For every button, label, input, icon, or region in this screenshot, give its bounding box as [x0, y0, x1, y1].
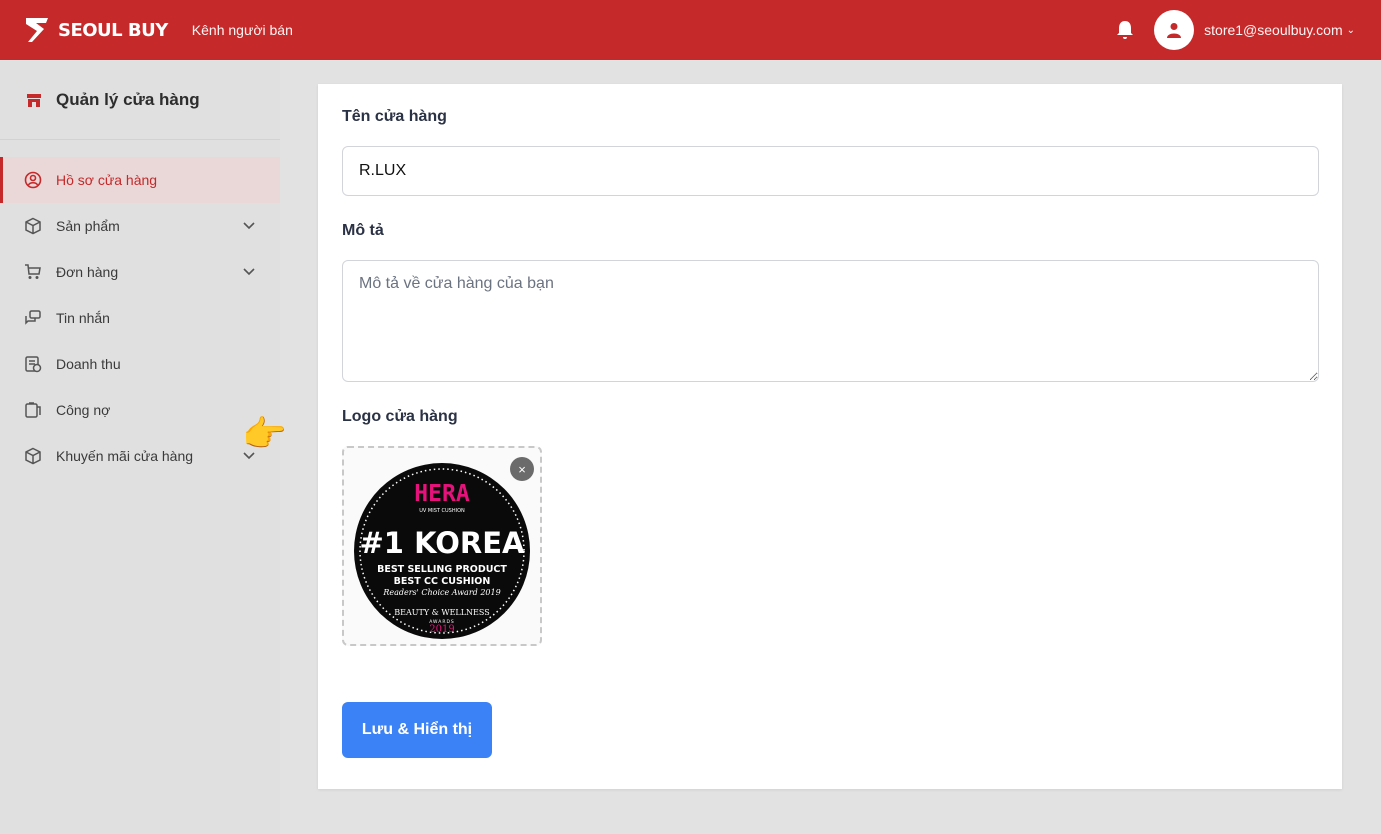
sidebar-item-label: Đơn hàng [56, 264, 119, 280]
pointing-hand-icon: 👉 [242, 413, 287, 454]
sidebar-item-promotions[interactable]: Khuyến mãi cửa hàng [0, 433, 280, 479]
product-icon [24, 217, 42, 235]
sidebar-item-store-profile[interactable]: Hồ sơ cửa hàng [0, 157, 280, 203]
chevron-down-icon[interactable]: ⌄ [1347, 25, 1355, 36]
logo-upload-box[interactable]: HERA UV MIST CUSHION #1 KOREA BEST SELLI… [342, 446, 542, 646]
sidebar-item-label: Doanh thu [56, 356, 121, 372]
revenue-icon [24, 355, 42, 373]
cart-icon [24, 263, 42, 281]
brand-subtitle: Kênh người bán [191, 22, 293, 38]
user-icon [1167, 23, 1182, 38]
sidebar: Quản lý cửa hàng Hồ sơ cửa hàng Sản phẩm… [0, 60, 280, 834]
logo-text: HERA [414, 481, 470, 507]
sidebar-item-label: Khuyến mãi cửa hàng [56, 448, 194, 464]
sidebar-item-orders[interactable]: Đơn hàng [0, 249, 280, 295]
chevron-down-icon[interactable] [242, 264, 256, 278]
description-textarea[interactable] [342, 260, 1319, 382]
sidebar-item-revenue[interactable]: Doanh thu [0, 341, 280, 387]
sidebar-title: Quản lý cửa hàng [56, 89, 200, 109]
chevron-down-icon[interactable] [242, 218, 256, 232]
brand-name: SEOUL BUY [58, 19, 168, 41]
sidebar-header: Quản lý cửa hàng [0, 60, 280, 140]
sidebar-item-label: Tin nhắn [56, 310, 110, 326]
store-name-input[interactable] [342, 146, 1319, 196]
store-profile-icon [24, 171, 42, 189]
sidebar-item-label: Sản phẩm [56, 218, 120, 234]
sidebar-item-label: Hồ sơ cửa hàng [56, 172, 158, 188]
save-and-display-button[interactable]: Lưu & Hiển thị [342, 702, 492, 758]
store-name-label: Tên cửa hàng [342, 108, 447, 125]
logo-text: #1 KOREA [360, 526, 526, 560]
promotion-icon [24, 447, 42, 465]
sidebar-item-products[interactable]: Sản phẩm [0, 203, 280, 249]
seoulbuy-logo-icon [26, 18, 48, 42]
top-header: SEOUL BUY Kênh người bán store1@seoulbuy… [0, 0, 1381, 60]
sidebar-item-label: Công nợ [56, 402, 111, 418]
bell-icon[interactable] [1114, 19, 1136, 41]
sidebar-item-messages[interactable]: Tin nhắn [0, 295, 280, 341]
logo-text: 2019 [429, 624, 454, 635]
message-icon [24, 309, 42, 327]
avatar[interactable] [1154, 10, 1195, 50]
store-icon [27, 93, 41, 107]
logo-text: BEST SELLING PRODUCT [377, 564, 507, 575]
remove-logo-button[interactable]: × [510, 457, 534, 481]
store-profile-form: Tên cửa hàng Mô tả Logo cửa hàng HERA UV… [318, 84, 1342, 789]
user-email[interactable]: store1@seoulbuy.com [1204, 22, 1342, 38]
logo-text: Readers' Choice Award 2019 [382, 588, 500, 597]
logo-text: BEST CC CUSHION [394, 576, 491, 587]
sidebar-menu: Hồ sơ cửa hàng Sản phẩm Đơn hàng Tin nhắ… [0, 157, 280, 479]
description-label: Mô tả [342, 222, 384, 239]
debt-icon [24, 401, 42, 419]
brand[interactable]: SEOUL BUY Kênh người bán [24, 15, 293, 45]
logo-label: Logo cửa hàng [342, 408, 458, 425]
logo-text: UV MIST CUSHION [419, 508, 465, 514]
store-logo-image: HERA UV MIST CUSHION #1 KOREA BEST SELLI… [354, 463, 530, 639]
logo-text: BEAUTY & WELLNESS [394, 608, 489, 617]
sidebar-item-debt[interactable]: Công nợ [0, 387, 280, 433]
